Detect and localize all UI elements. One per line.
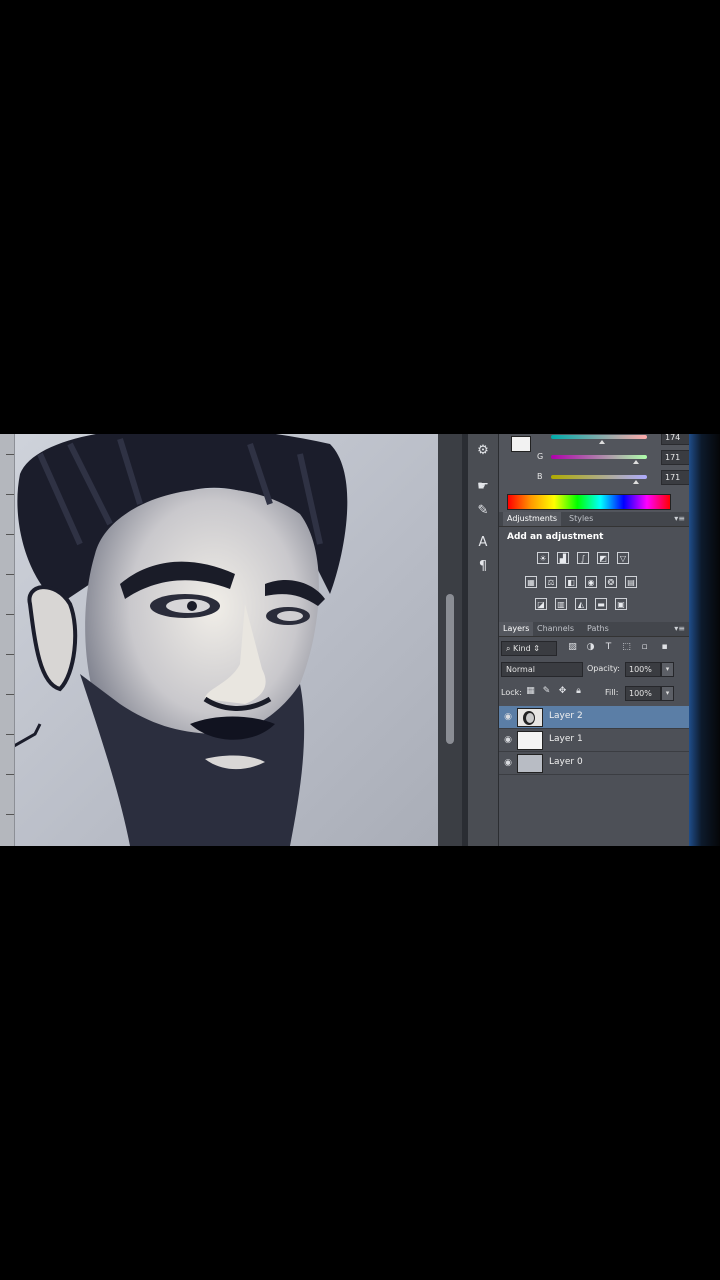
opacity-dropdown-icon[interactable]: ▾	[661, 662, 674, 677]
panels-dock: 174 G 171 B 171 Adjustments Styles ▾≡ Ad…	[499, 434, 697, 846]
layer-name[interactable]: Layer 2	[549, 711, 583, 721]
filter-type-icon[interactable]: T	[603, 642, 614, 653]
color-spectrum-bar[interactable]	[507, 494, 671, 510]
layers-filter-row: ⌕ Kind ⇕ ▨ ◑ T ⬚ ▫ ▪	[499, 638, 689, 658]
channel-mixer-icon[interactable]: ❂	[605, 576, 617, 588]
opacity-label: Opacity:	[587, 664, 620, 673]
filter-adjustment-icon[interactable]: ◑	[585, 642, 596, 653]
slider-track[interactable]	[551, 455, 647, 459]
visibility-eye-icon[interactable]: ◉	[502, 711, 514, 723]
layer-row[interactable]: ◉ Layer 0	[499, 752, 689, 775]
layer-row[interactable]: ◉ Layer 1	[499, 729, 689, 752]
slider-label: G	[537, 452, 544, 461]
lock-transparent-pixels-icon[interactable]: ▦	[525, 686, 536, 697]
color-lookup-icon[interactable]: ▤	[625, 576, 637, 588]
hue-saturation-icon[interactable]: ▦	[525, 576, 537, 588]
scrollbar-thumb[interactable]	[446, 594, 454, 744]
color-picker-icon[interactable]: ⚙	[474, 442, 492, 460]
filter-pixel-icon[interactable]: ▨	[567, 642, 578, 653]
document-canvas[interactable]	[0, 434, 450, 846]
color-slider-g[interactable]: G 171	[537, 450, 697, 465]
visibility-eye-icon[interactable]: ◉	[502, 734, 514, 746]
filter-toggle-icon[interactable]: ▪	[659, 642, 670, 653]
layer-name[interactable]: Layer 1	[549, 734, 583, 744]
slider-knob[interactable]	[633, 460, 639, 464]
panel-menu-icon[interactable]: ▾≡	[674, 514, 685, 523]
canvas-scrollbar[interactable]	[438, 434, 462, 846]
tab-paths[interactable]: Paths	[583, 622, 613, 636]
tab-layers[interactable]: Layers	[499, 622, 534, 636]
slider-track[interactable]	[551, 475, 647, 479]
blend-row: Normal Opacity: 100% ▾	[499, 660, 689, 678]
layer-thumbnail	[517, 731, 543, 750]
slider-label: B	[537, 472, 543, 481]
paragraph-icon[interactable]: ¶	[474, 558, 492, 576]
slider-knob[interactable]	[633, 480, 639, 484]
lock-label: Lock:	[501, 688, 522, 697]
blend-mode-select[interactable]: Normal	[501, 662, 583, 677]
lock-image-pixels-icon[interactable]: ✎	[541, 686, 552, 697]
adjustments-title: Add an adjustment	[507, 532, 604, 542]
tab-channels[interactable]: Channels	[533, 622, 578, 636]
levels-icon[interactable]: ▟	[557, 552, 569, 564]
photoshop-window: ⚙ ☛ ✎ A ¶ 174 G 171 B 171 Adjustments St…	[0, 434, 720, 846]
layers-tabbar: Layers Channels Paths ▾≡	[499, 622, 689, 637]
character-icon[interactable]: A	[474, 534, 492, 552]
panel-tool-strip: ⚙ ☛ ✎ A ¶	[468, 434, 499, 846]
layer-thumbnail	[517, 708, 543, 727]
visibility-eye-icon[interactable]: ◉	[502, 757, 514, 769]
panel-menu-icon[interactable]: ▾≡	[674, 624, 685, 633]
filter-smart-object-icon[interactable]: ▫	[639, 642, 650, 653]
filter-kind-label: Kind	[513, 644, 531, 653]
color-slider-r[interactable]: 174	[537, 434, 697, 445]
exposure-icon[interactable]: ◩	[597, 552, 609, 564]
brightness-contrast-icon[interactable]: ☀	[537, 552, 549, 564]
slider-track[interactable]	[551, 435, 647, 439]
color-balance-icon[interactable]: ⚖	[545, 576, 557, 588]
brush-presets-icon[interactable]: ☛	[474, 478, 492, 496]
vertical-ruler	[0, 434, 15, 846]
slider-knob[interactable]	[599, 440, 605, 444]
selective-color-icon[interactable]: ▣	[615, 598, 627, 610]
tab-adjustments[interactable]: Adjustments	[503, 512, 562, 526]
layer-thumbnail	[517, 754, 543, 773]
filter-shape-icon[interactable]: ⬚	[621, 642, 632, 653]
color-slider-b[interactable]: B 171	[537, 470, 697, 485]
lock-row: Lock: ▦ ✎ ✥ 🔒︎ Fill: 100% ▾	[499, 684, 689, 702]
gradient-map-icon[interactable]: ▬	[595, 598, 607, 610]
brush-icon[interactable]: ✎	[474, 502, 492, 520]
lock-position-icon[interactable]: ✥	[557, 686, 568, 697]
foreground-color-swatch[interactable]	[511, 436, 531, 452]
lock-all-icon[interactable]: 🔒︎	[573, 686, 584, 697]
layer-name[interactable]: Layer 0	[549, 757, 583, 767]
portrait-painting	[0, 434, 348, 846]
blend-mode-value: Normal	[506, 665, 535, 674]
vibrance-icon[interactable]: ▽	[617, 552, 629, 564]
monitor-bezel	[689, 434, 720, 846]
filter-kind-select[interactable]: ⌕ Kind ⇕	[501, 641, 557, 656]
tab-styles[interactable]: Styles	[565, 512, 597, 526]
layer-row[interactable]: ◉ Layer 2	[499, 706, 689, 729]
threshold-icon[interactable]: ◭	[575, 598, 587, 610]
fill-label: Fill:	[605, 688, 619, 697]
color-panel: 174 G 171 B 171	[499, 434, 697, 512]
fill-dropdown-icon[interactable]: ▾	[661, 686, 674, 701]
invert-icon[interactable]: ◪	[535, 598, 547, 610]
curves-icon[interactable]: ∫	[577, 552, 589, 564]
black-white-icon[interactable]: ◧	[565, 576, 577, 588]
posterize-icon[interactable]: ▥	[555, 598, 567, 610]
opacity-input[interactable]: 100%	[625, 662, 661, 677]
photo-filter-icon[interactable]: ◉	[585, 576, 597, 588]
adjustments-tabbar: Adjustments Styles ▾≡	[499, 512, 689, 527]
fill-input[interactable]: 100%	[625, 686, 661, 701]
